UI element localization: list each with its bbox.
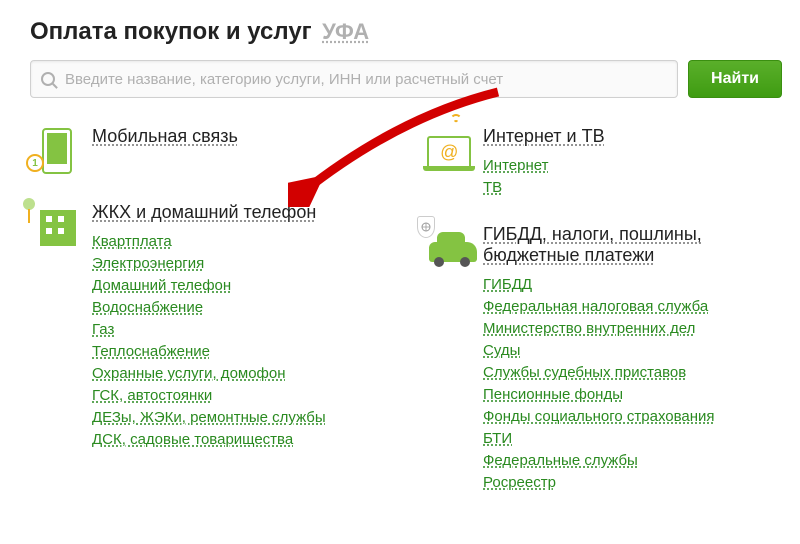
sublink[interactable]: Охранные услуги, домофон bbox=[92, 365, 286, 382]
search-icon bbox=[41, 72, 55, 86]
category-utilities-title[interactable]: ЖКХ и домашний телефон bbox=[92, 202, 316, 222]
sublink[interactable]: Домашний телефон bbox=[92, 277, 231, 294]
sublink[interactable]: Фонды социального страхования bbox=[483, 408, 715, 425]
sublink[interactable]: Федеральные службы bbox=[483, 452, 638, 469]
car-icon bbox=[421, 224, 483, 491]
sublink[interactable]: Квартплата bbox=[92, 233, 172, 250]
category-mobile-title[interactable]: Мобильная связь bbox=[92, 126, 238, 146]
sublink[interactable]: Суды bbox=[483, 342, 520, 359]
search-input[interactable] bbox=[65, 71, 667, 88]
sublink[interactable]: ТВ bbox=[483, 179, 502, 196]
mobile-icon: 1 bbox=[30, 126, 92, 174]
sublink[interactable]: Министерство внутренних дел bbox=[483, 320, 695, 337]
find-button[interactable]: Найти bbox=[688, 60, 782, 98]
sublink[interactable]: Росреестр bbox=[483, 474, 556, 491]
sublink[interactable]: Федеральная налоговая служба bbox=[483, 298, 708, 315]
house-icon bbox=[30, 202, 92, 448]
sublink[interactable]: Водоснабжение bbox=[92, 299, 203, 316]
sublink[interactable]: Теплоснабжение bbox=[92, 343, 210, 360]
sublink[interactable]: Пенсионные фонды bbox=[483, 386, 623, 403]
sublink[interactable]: Газ bbox=[92, 321, 114, 338]
left-column: 1 Мобильная связь ЖКХ и домашний телефон… bbox=[30, 126, 391, 519]
category-taxes: ГИБДД, налоги, пошлины, бюджетные платеж… bbox=[421, 224, 782, 491]
sublink[interactable]: Интернет bbox=[483, 157, 548, 174]
sublink[interactable]: Службы судебных приставов bbox=[483, 364, 686, 381]
category-internet: @ Интернет и ТВ Интернет ТВ bbox=[421, 126, 782, 196]
search-box[interactable] bbox=[30, 60, 678, 98]
category-internet-title[interactable]: Интернет и ТВ bbox=[483, 126, 605, 146]
sublink[interactable]: ДЕЗы, ЖЭКи, ремонтные службы bbox=[92, 409, 326, 426]
page-title: Оплата покупок и услуг bbox=[30, 18, 312, 45]
category-mobile: 1 Мобильная связь bbox=[30, 126, 391, 174]
right-column: @ Интернет и ТВ Интернет ТВ ГИБДД, налог… bbox=[421, 126, 782, 519]
sublink[interactable]: ДСК, садовые товарищества bbox=[92, 431, 293, 448]
sublink[interactable]: Электроэнергия bbox=[92, 255, 204, 272]
category-taxes-title[interactable]: ГИБДД, налоги, пошлины, бюджетные платеж… bbox=[483, 224, 702, 265]
laptop-icon: @ bbox=[421, 126, 483, 196]
sublink[interactable]: ГИБДД bbox=[483, 276, 532, 293]
sublink[interactable]: БТИ bbox=[483, 430, 512, 447]
sublink[interactable]: ГСК, автостоянки bbox=[92, 387, 212, 404]
city-link[interactable]: УФА bbox=[322, 19, 369, 44]
category-utilities: ЖКХ и домашний телефон Квартплата Электр… bbox=[30, 202, 391, 448]
